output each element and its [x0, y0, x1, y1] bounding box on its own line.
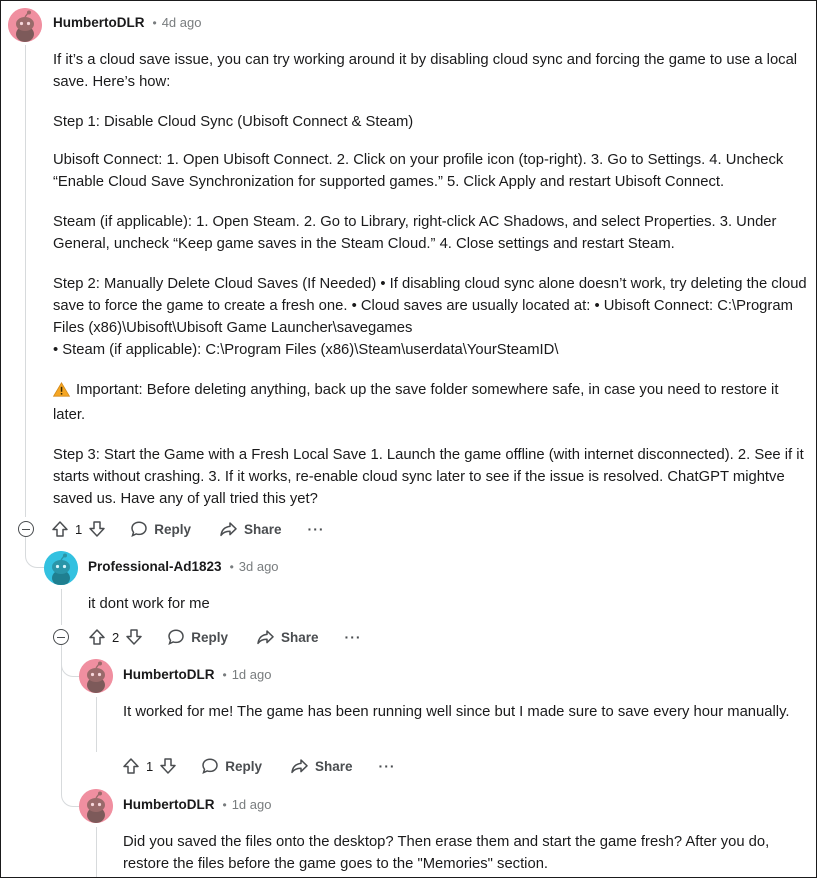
separator-dot: • — [222, 797, 227, 812]
thread-line[interactable] — [25, 45, 26, 517]
avatar[interactable] — [44, 551, 78, 585]
paragraph: If it’s a cloud save issue, you can try … — [53, 52, 798, 90]
paragraph: Step 2: Manually Delete Cloud Saves (If … — [53, 276, 807, 336]
vote-count: 2 — [112, 629, 120, 645]
comment-body: If it’s a cloud save issue, you can try … — [52, 49, 813, 510]
paragraph: Steam (if applicable): 1. Open Steam. 2.… — [53, 214, 777, 252]
share-arrow-icon — [257, 630, 274, 645]
more-options-button[interactable]: ··· — [308, 521, 325, 537]
paragraph: It worked for me! The game has been runn… — [123, 704, 790, 720]
share-label: Share — [281, 629, 319, 645]
comment-body: it dont work for me — [88, 593, 788, 615]
reply-button[interactable]: Reply — [201, 757, 262, 775]
snoo-avatar-icon — [44, 551, 78, 585]
snoo-avatar-icon — [79, 659, 113, 693]
vote-count: 1 — [146, 758, 154, 774]
username[interactable]: HumbertoDLR — [123, 797, 215, 812]
comment-header: Professional-Ad1823 • 3d ago — [88, 559, 279, 574]
comment-header: HumbertoDLR • 1d ago — [123, 797, 271, 812]
upvote-icon[interactable] — [88, 628, 106, 646]
separator-dot: • — [152, 15, 157, 30]
thread-line[interactable] — [96, 697, 97, 752]
upvote-icon[interactable] — [122, 757, 140, 775]
paragraph: Step 1: Disable Cloud Sync (Ubisoft Conn… — [53, 114, 414, 130]
timestamp[interactable]: 4d ago — [162, 15, 202, 30]
action-bar: 1 Reply Share ··· — [51, 515, 325, 543]
thread-connector — [25, 537, 46, 568]
reply-label: Reply — [191, 629, 228, 645]
username[interactable]: HumbertoDLR — [123, 667, 215, 682]
downvote-icon[interactable] — [88, 520, 106, 538]
comment-thread: HumbertoDLR • 4d ago If it’s a cloud sav… — [0, 0, 817, 878]
vote-controls: 2 — [88, 628, 143, 646]
timestamp[interactable]: 1d ago — [232, 667, 272, 682]
share-arrow-icon — [291, 759, 308, 774]
share-label: Share — [315, 758, 353, 774]
share-label: Share — [244, 521, 282, 537]
comment-header: HumbertoDLR • 1d ago — [123, 667, 271, 682]
more-options-button[interactable]: ··· — [345, 629, 362, 645]
collapse-icon[interactable] — [18, 521, 34, 537]
reply-bubble-icon — [168, 629, 184, 645]
vote-controls: 1 — [122, 757, 177, 775]
thread-line — [61, 661, 62, 791]
snoo-avatar-icon — [79, 789, 113, 823]
reply-button[interactable]: Reply — [167, 628, 228, 646]
downvote-icon[interactable] — [125, 628, 143, 646]
comment-body: It worked for me! The game has been runn… — [123, 701, 793, 723]
action-bar: 2 Reply Share ··· — [88, 623, 362, 651]
reply-label: Reply — [225, 758, 262, 774]
share-arrow-icon — [220, 522, 237, 537]
reply-bubble-icon — [131, 521, 147, 537]
collapse-icon[interactable] — [53, 629, 69, 645]
paragraph: • Steam (if applicable): C:\Program File… — [53, 342, 559, 358]
thread-line[interactable] — [61, 589, 62, 625]
reply-label: Reply — [154, 521, 191, 537]
warning-icon — [52, 382, 71, 404]
timestamp[interactable]: 3d ago — [239, 559, 279, 574]
paragraph: it dont work for me — [88, 596, 210, 612]
thread-line[interactable] — [96, 827, 97, 877]
paragraph: Step 3: Start the Game with a Fresh Loca… — [53, 447, 804, 507]
avatar[interactable] — [79, 659, 113, 693]
username[interactable]: Professional-Ad1823 — [88, 559, 222, 574]
paragraph: Did you saved the files onto the desktop… — [123, 834, 770, 872]
reply-bubble-icon — [202, 758, 218, 774]
thread-connector — [61, 645, 80, 677]
avatar[interactable] — [79, 789, 113, 823]
downvote-icon[interactable] — [159, 757, 177, 775]
paragraph-warning: Important: Before deleting anything, bac… — [52, 379, 813, 426]
vote-count: 1 — [75, 521, 83, 537]
share-button[interactable]: Share — [219, 520, 282, 538]
thread-connector — [61, 781, 80, 807]
timestamp[interactable]: 1d ago — [232, 797, 272, 812]
snoo-avatar-icon — [8, 8, 42, 42]
vote-controls: 1 — [51, 520, 106, 538]
action-bar: 1 Reply Share ··· — [122, 752, 396, 780]
comment-header: HumbertoDLR • 4d ago — [53, 15, 201, 30]
paragraph: Ubisoft Connect: 1. Open Ubisoft Connect… — [53, 152, 784, 190]
share-button[interactable]: Share — [290, 757, 353, 775]
upvote-icon[interactable] — [51, 520, 69, 538]
separator-dot: • — [222, 667, 227, 682]
more-options-button[interactable]: ··· — [379, 758, 396, 774]
share-button[interactable]: Share — [256, 628, 319, 646]
separator-dot: • — [229, 559, 234, 574]
comment-body: Did you saved the files onto the desktop… — [123, 831, 803, 875]
avatar[interactable] — [8, 8, 42, 42]
reply-button[interactable]: Reply — [130, 520, 191, 538]
username[interactable]: HumbertoDLR — [53, 15, 145, 30]
warning-text: Important: Before deleting anything, bac… — [53, 382, 779, 423]
